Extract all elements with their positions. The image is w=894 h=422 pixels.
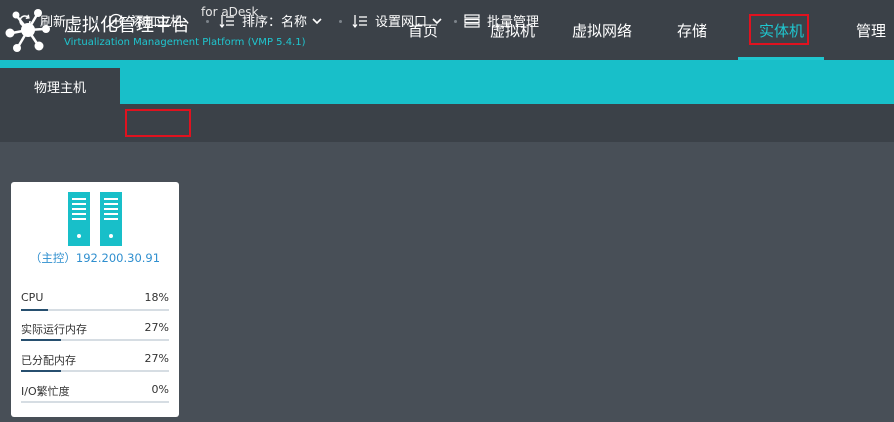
tab-physical-host-label: 物理主机 [33,80,86,96]
top-header: 虚拟化管理平台 for aDesk Virtualization Managem… [0,0,894,60]
chevron-down-icon [432,17,442,24]
set-nic-dropdown[interactable]: 设置网口 [352,11,443,30]
metric-bar-fill [21,339,61,341]
server-icon [68,192,122,246]
metric-actual-memory: 实际运行内存 27% [21,321,169,347]
tab-band [0,60,894,104]
metric-label: 实际运行内存 [21,323,87,336]
brand-subtitle: Virtualization Management Platform (VMP … [64,37,306,48]
metric-value: 18% [144,291,169,304]
toolbar-separator [206,20,209,23]
set-nic-label: 设置网口 [375,15,428,30]
batch-manage-button[interactable]: 批量管理 [464,11,539,30]
add-host-button[interactable]: 添加主机 [108,11,183,30]
host-ip-link[interactable]: （主控）192.200.30.91 [11,250,179,266]
refresh-label: 刷新 [40,15,67,30]
metric-value: 0% [151,383,169,396]
metric-bar-fill [21,370,61,372]
batch-manage-label: 批量管理 [487,15,540,30]
add-host-label: 添加主机 [131,15,184,30]
sort-label: 排序：名称 [242,15,308,30]
metric-cpu: CPU 18% [21,291,169,317]
metric-bar-fill [21,309,48,311]
tab-physical-host[interactable]: 物理主机 [0,68,120,104]
metric-label: 已分配内存 [21,354,76,367]
sort-icon [219,14,234,28]
list-icon [464,13,480,28]
plus-circle-icon [108,13,124,28]
sort-dropdown[interactable]: 排序：名称 [219,11,323,30]
toolbar-separator [339,20,342,23]
metric-bar-track [21,401,169,403]
metric-bar-track [21,309,169,311]
host-card[interactable]: （主控）192.200.30.91 CPU 18% 实际运行内存 27% 已分配… [11,182,179,417]
nav-virtual-network[interactable]: 虚拟网络 [572,20,632,41]
add-host-highlight-box [125,109,191,137]
metric-value: 27% [144,321,169,334]
metric-io-busy: I/O繁忙度 0% [21,383,169,409]
refresh-icon [19,14,31,27]
sort-icon [352,14,367,28]
metric-value: 27% [144,352,169,365]
metric-bar-track [21,339,169,341]
metric-label: I/O繁忙度 [21,385,70,398]
toolbar-separator [95,20,98,23]
chevron-down-icon [312,17,322,24]
nav-manage[interactable]: 管理 [856,20,886,41]
refresh-button[interactable]: 刷新 [17,11,66,30]
nav-storage[interactable]: 存储 [677,20,707,41]
toolbar-separator [454,20,457,23]
nav-physical-machine[interactable]: 实体机 [759,20,804,41]
metric-label: CPU [21,291,44,304]
metric-bar-track [21,370,169,372]
metric-allocated-memory: 已分配内存 27% [21,352,169,378]
